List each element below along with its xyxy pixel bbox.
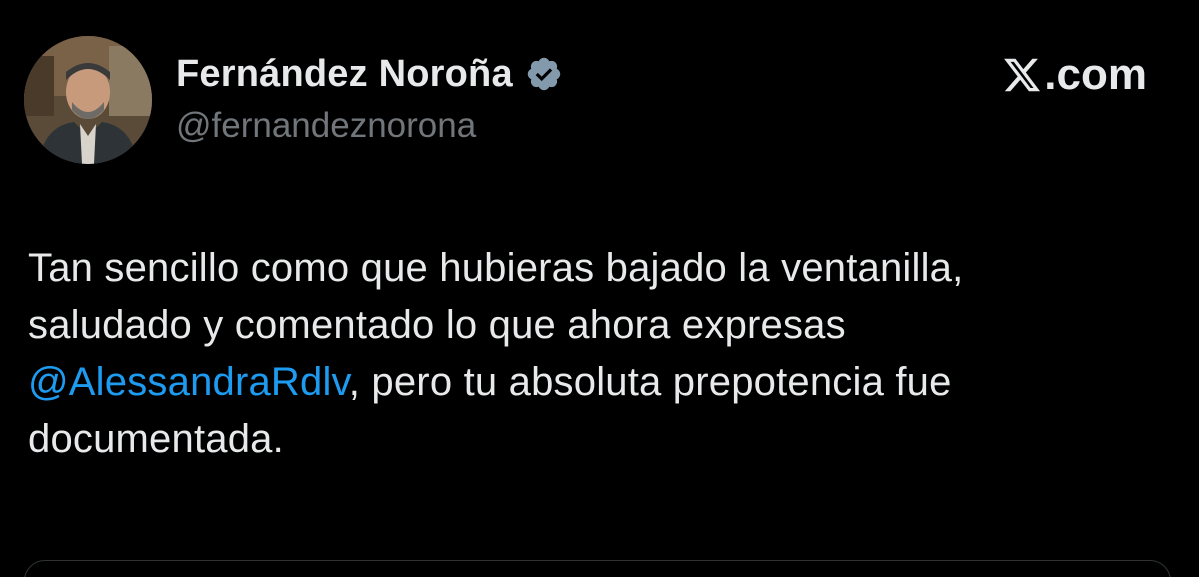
verified-badge-icon — [525, 55, 563, 93]
tweet-line-1: Tan sencillo como que hubieras bajado la… — [28, 246, 964, 290]
display-name[interactable]: Fernández Noroña — [176, 53, 513, 96]
author-names: Fernández Noroña @fernandeznorona — [176, 50, 563, 146]
display-name-row: Fernández Noroña — [176, 50, 563, 98]
tweet-line-2: saludado y comentado lo que ahora expres… — [28, 303, 846, 347]
avatar[interactable] — [24, 36, 152, 164]
author-handle[interactable]: @fernandeznorona — [176, 106, 563, 146]
tweet-line-3: @AlessandraRdlv, pero tu absoluta prepot… — [28, 354, 1178, 411]
tweet-line-3-rest: , pero tu absoluta prepotencia fue — [348, 360, 952, 404]
tweet-card: Fernández Noroña @fernandeznorona .com T… — [0, 0, 1199, 577]
quoted-card-edge[interactable] — [24, 560, 1171, 577]
tweet-header: Fernández Noroña @fernandeznorona .com — [24, 36, 1159, 166]
avatar-image — [24, 36, 152, 164]
x-logo-icon — [1002, 55, 1042, 95]
brand-suffix: .com — [1044, 50, 1147, 99]
tweet-text: Tan sencillo como que hubieras bajado la… — [28, 240, 1178, 468]
brand-watermark: .com — [1002, 50, 1147, 100]
tweet-line-4: documentada. — [28, 417, 284, 461]
mention-link[interactable]: @AlessandraRdlv — [28, 360, 349, 404]
